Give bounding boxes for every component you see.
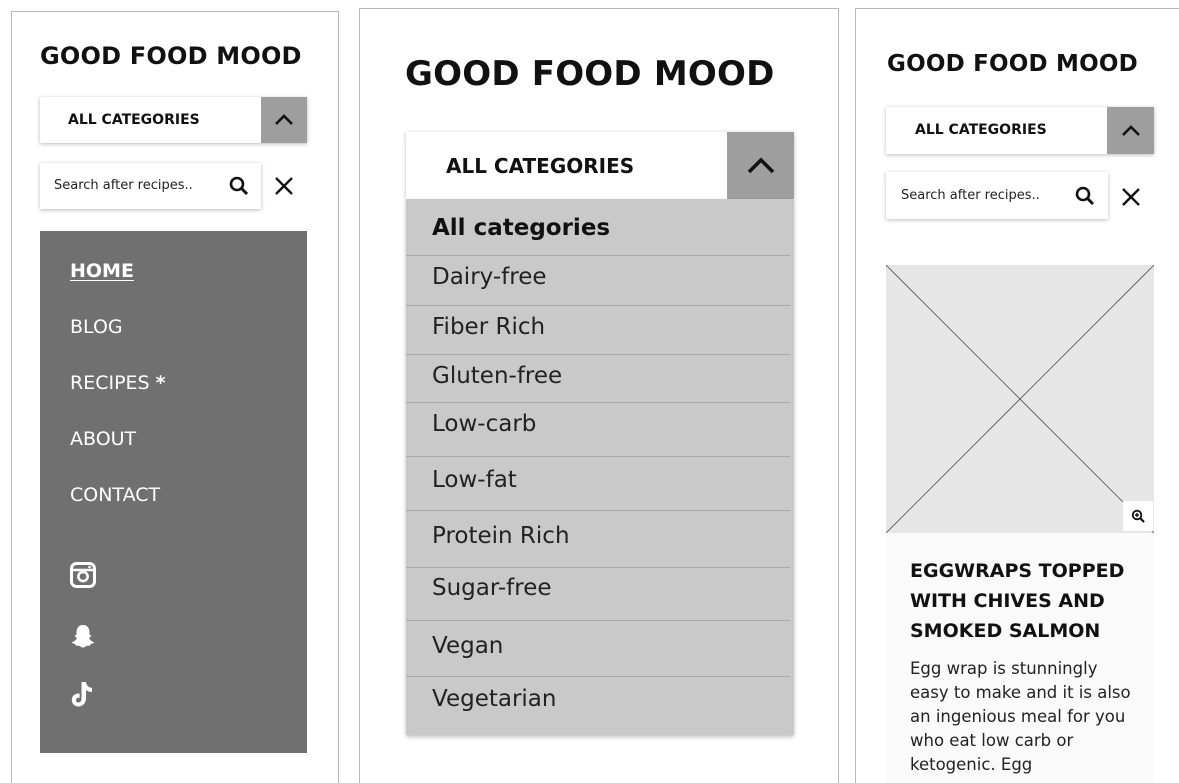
category-option-all[interactable]: All categories [406,207,790,256]
nav-item-blog[interactable]: BLOG [70,316,123,338]
category-dropdown-screen: GOOD FOOD MOOD ALL CATEGORIES All catego… [359,8,839,783]
category-select[interactable]: ALL CATEGORIES [886,107,1154,154]
navigation-menu: HOME BLOG RECIPES * ABOUT CONTACT [40,231,307,753]
search-placeholder: Search after recipes.. [901,188,1040,203]
category-select[interactable]: ALL CATEGORIES [40,97,307,143]
recipe-list-screen: GOOD FOOD MOOD ALL CATEGORIES Search aft… [855,8,1179,783]
chevron-up-icon [1121,124,1140,136]
category-option-low-fat[interactable]: Low-fat [406,457,790,511]
category-option-label: All categories [432,215,611,241]
zoom-in-icon [1131,509,1145,523]
category-toggle-button[interactable] [727,132,794,199]
category-toggle-button[interactable] [261,97,307,143]
zoom-button[interactable] [1123,501,1153,531]
category-option-label: Fiber Rich [432,314,546,340]
category-select-label: ALL CATEGORIES [446,154,635,178]
search-placeholder: Search after recipes.. [54,178,193,193]
recipe-title[interactable]: EGGWRAPS TOPPED WITH CHIVES AND SMOKED S… [910,556,1140,646]
category-dropdown-list: All categories Dairy-free Fiber Rich Glu… [406,199,794,735]
image-placeholder-cross [885,264,1155,534]
search-icon[interactable] [1075,186,1095,206]
site-title[interactable]: GOOD FOOD MOOD [40,42,302,70]
nav-item-home[interactable]: HOME [70,260,134,282]
category-option-low-carb[interactable]: Low-carb [406,403,790,457]
category-option-fiber-rich[interactable]: Fiber Rich [406,306,790,355]
recipes-marker: * [155,372,166,394]
recipe-card[interactable]: EGGWRAPS TOPPED WITH CHIVES AND SMOKED S… [886,533,1154,783]
category-select-label: ALL CATEGORIES [915,122,1047,138]
site-title[interactable]: GOOD FOOD MOOD [887,51,1138,77]
nav-item-about[interactable]: ABOUT [70,428,136,450]
chevron-up-icon [747,156,774,173]
category-option-vegetarian[interactable]: Vegetarian [406,677,790,733]
close-icon[interactable] [274,176,294,196]
category-option-gluten-free[interactable]: Gluten-free [406,355,790,403]
nav-item-contact[interactable]: CONTACT [70,484,160,506]
category-option-label: Vegetarian [432,686,557,712]
category-select[interactable]: ALL CATEGORIES [406,132,794,199]
category-option-dairy-free[interactable]: Dairy-free [406,256,790,306]
category-option-protein-rich[interactable]: Protein Rich [406,511,790,568]
search-icon[interactable] [229,176,249,196]
search-input[interactable]: Search after recipes.. [40,163,261,209]
tiktok-icon[interactable] [70,680,96,708]
recipe-excerpt: Egg wrap is stunningly easy to make and … [910,659,1131,774]
mobile-nav-screen: GOOD FOOD MOOD ALL CATEGORIES Search aft… [11,11,339,783]
snapchat-icon[interactable] [70,623,96,649]
category-option-label: Protein Rich [432,523,570,549]
category-option-label: Gluten-free [432,363,563,389]
nav-item-recipes[interactable]: RECIPES * [70,372,166,394]
category-option-label: Vegan [432,633,504,659]
close-icon[interactable] [1121,187,1141,207]
recipe-image-placeholder[interactable] [885,264,1155,534]
category-option-vegan[interactable]: Vegan [406,621,790,677]
site-title[interactable]: GOOD FOOD MOOD [405,54,775,94]
category-select-label: ALL CATEGORIES [68,112,200,128]
category-option-label: Low-fat [432,467,517,493]
search-input[interactable]: Search after recipes.. [886,172,1108,219]
instagram-icon[interactable] [70,562,96,588]
category-option-label: Dairy-free [432,264,547,290]
nav-item-recipes-label: RECIPES [70,372,150,394]
category-option-sugar-free[interactable]: Sugar-free [406,568,790,621]
category-option-label: Sugar-free [432,575,552,601]
chevron-up-icon [275,114,293,125]
category-option-label: Low-carb [432,411,537,437]
category-toggle-button[interactable] [1107,107,1154,154]
